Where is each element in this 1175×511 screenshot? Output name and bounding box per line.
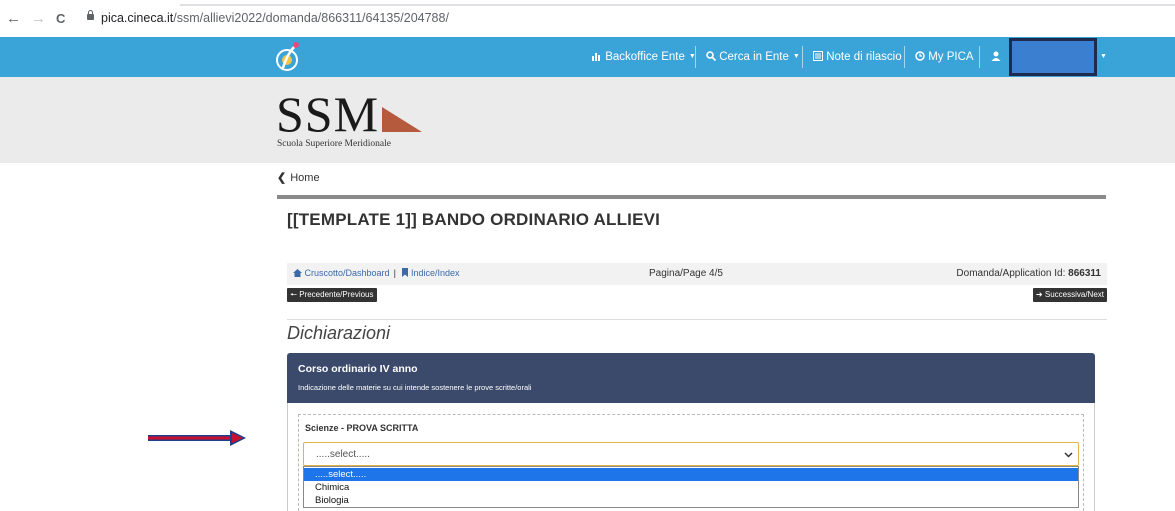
address-bar[interactable]: pica.cineca.it/ssm/allievi2022/domanda/8… (101, 11, 449, 25)
back-icon[interactable]: ← (6, 11, 21, 27)
caret-down-icon[interactable]: ▼ (1100, 37, 1107, 77)
select-value: .....select..... (316, 449, 370, 460)
nav-user-menu[interactable] (991, 37, 1001, 77)
forward-icon[interactable]: → (31, 11, 46, 27)
ssm-logo-triangle-icon (382, 107, 422, 132)
annotation-arrow-icon (148, 430, 246, 446)
arrow-left-icon: 🠔 (290, 290, 297, 299)
caret-down-icon: ▼ (792, 53, 800, 60)
application-id-label: Domanda/Application Id: (956, 268, 1066, 279)
previous-label: Precedente/Previous (299, 290, 374, 299)
application-id: Domanda/Application Id: 866311 (956, 268, 1101, 279)
chevron-left-icon: ❮ (277, 172, 287, 184)
nav-cerca-in-ente[interactable]: Cerca in Ente ▼ (706, 37, 800, 77)
index-link[interactable]: Indice/Index (411, 268, 460, 278)
pager-bar: Cruscotto/Dashboard | Indice/Index Pagina… (287, 263, 1107, 285)
ssm-logo-text[interactable]: SSM (276, 89, 379, 139)
lock-icon (87, 10, 94, 20)
nav-cerca-label: Cerca in Ente (719, 51, 789, 64)
top-navbar: Backoffice Ente ▼ Cerca in Ente ▼ Note di … (0, 37, 1175, 77)
url-path: /ssm/allievi2022/domanda/866311/64135/20… (173, 11, 449, 25)
browser-toolbar: ← → C pica.cineca.it/ssm/allievi2022/dom… (0, 0, 1175, 37)
select-option[interactable]: Chimica (304, 481, 1078, 494)
next-label: Successiva/Next (1044, 290, 1104, 299)
subject-select[interactable]: .....select..... (303, 442, 1079, 466)
home-label: Home (290, 172, 320, 184)
nav-note-di-rilascio[interactable]: Note di rilascio (813, 37, 902, 77)
nav-my-pica[interactable]: My PICA (915, 37, 974, 77)
bar-chart-icon (592, 53, 600, 62)
ssm-logo-subtitle: Scuola Superiore Meridionale (277, 139, 391, 149)
reload-icon[interactable]: C (56, 11, 65, 27)
nav-divider (802, 46, 803, 68)
divider (277, 195, 1106, 199)
search-icon (706, 51, 717, 62)
previous-button[interactable]: 🠔 Precedente/Previous (287, 288, 377, 302)
arrow-right-icon: ➜ (1035, 290, 1043, 299)
bookmark-icon (402, 268, 409, 277)
select-option[interactable]: .....select..... (304, 468, 1078, 481)
application-id-value: 866311 (1068, 268, 1101, 279)
clock-icon (915, 51, 925, 61)
divider (287, 319, 1107, 320)
select-option[interactable]: Biologia (304, 494, 1078, 507)
select-dropdown-list: .....select..... Chimica Biologia (303, 466, 1079, 508)
url-host: pica.cineca.it (101, 11, 174, 25)
chevron-down-icon (1064, 452, 1073, 458)
redacted-username (1009, 38, 1097, 76)
list-icon (813, 51, 823, 61)
next-button[interactable]: ➜ Successiva/Next (1032, 288, 1107, 302)
header-band (0, 77, 1175, 163)
dashboard-link[interactable]: Cruscotto/Dashboard (305, 268, 390, 278)
tab-strip-line (180, 4, 1175, 6)
pager-separator: | (393, 268, 396, 278)
user-icon (991, 51, 1001, 61)
nav-backoffice-label: Backoffice Ente (605, 51, 685, 64)
pager-links: Cruscotto/Dashboard | Indice/Index (293, 268, 459, 278)
section-title: Dichiarazioni (287, 323, 391, 343)
panel-subtitle: Indicazione delle materie su cui intende… (298, 383, 532, 392)
panel-title: Corso ordinario IV anno (298, 363, 418, 375)
nav-divider (904, 46, 905, 68)
nav-divider (695, 46, 696, 68)
nav-my-pica-label: My PICA (928, 51, 974, 63)
page-title: [[TEMPLATE 1]] BANDO ORDINARIO ALLIEVI (287, 210, 661, 229)
panel-header: Corso ordinario IV anno Indicazione dell… (287, 353, 1095, 403)
field-label: Scienze - PROVA SCRITTA (305, 423, 419, 433)
breadcrumb-home[interactable]: ❮ Home (277, 171, 320, 184)
nav-backoffice-ente[interactable]: Backoffice Ente ▼ (592, 37, 696, 77)
page-indicator: Pagina/Page 4/5 (649, 268, 723, 279)
home-icon (293, 269, 302, 277)
nav-divider (979, 46, 980, 68)
nav-note-label: Note di rilascio (826, 51, 902, 63)
